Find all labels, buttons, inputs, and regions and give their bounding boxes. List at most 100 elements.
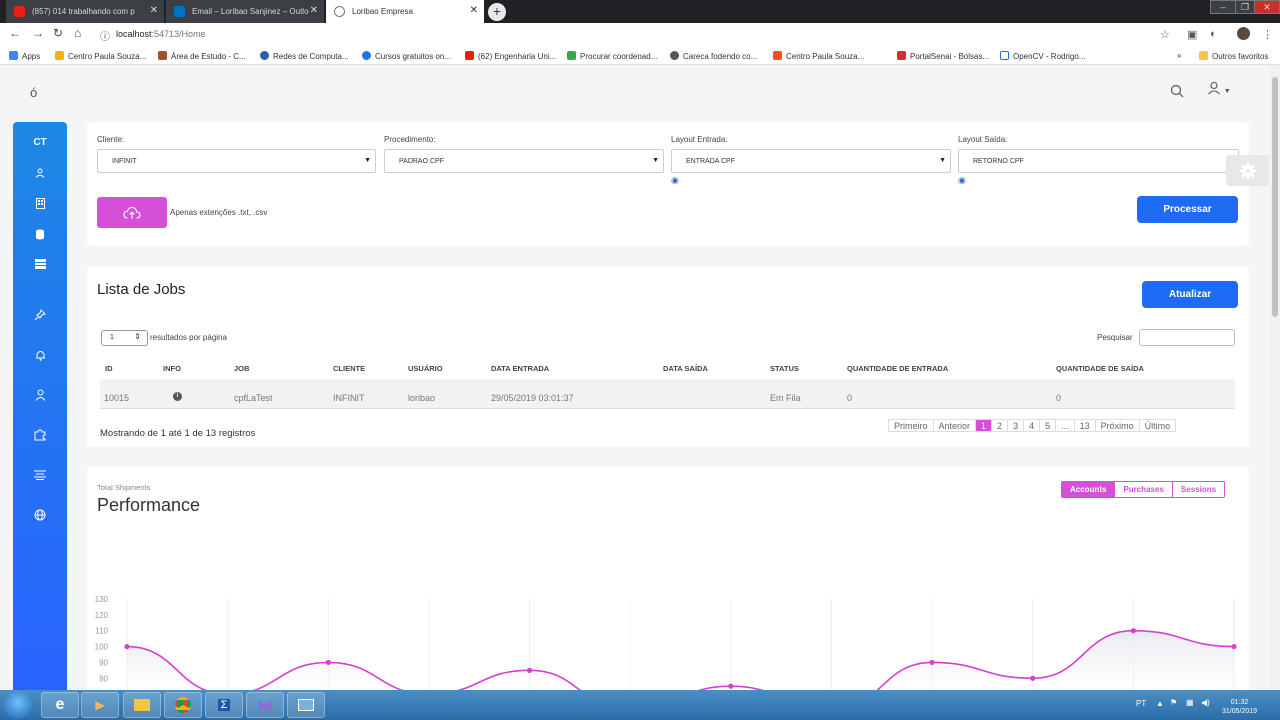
folder-icon[interactable] — [123, 692, 161, 718]
chrome-icon[interactable] — [164, 692, 202, 718]
maximize-button[interactable]: ❐ — [1235, 0, 1255, 14]
window-close-button[interactable]: ✕ — [1254, 0, 1280, 14]
sidebar-item-pin[interactable] — [13, 305, 67, 325]
bookmark[interactable]: Área de Estudo - C... — [158, 51, 246, 61]
browser-tab-youtube[interactable]: (857) 014 trabalhando com p ✕ — [6, 0, 164, 23]
reload-icon[interactable]: ↻ — [53, 26, 63, 40]
bookmark[interactable]: Procurar coordenad... — [567, 51, 657, 61]
star-icon[interactable]: ☆ — [1160, 28, 1170, 41]
sidebar-item-globe[interactable] — [13, 505, 67, 525]
cliente-select[interactable]: INFINIT ▼ — [97, 149, 376, 173]
user-menu[interactable]: ▼ — [1207, 81, 1235, 97]
layout-entrada-select[interactable]: ENTRADA CPF ▼ — [671, 149, 951, 173]
column-header[interactable]: DATA ENTRADA — [491, 364, 549, 373]
data-point[interactable] — [1130, 628, 1136, 634]
column-header[interactable]: DATA SAÍDA — [663, 364, 708, 373]
data-point[interactable] — [1030, 675, 1036, 681]
sidebar-item-layers[interactable] — [13, 254, 67, 274]
page-last[interactable]: Último — [1140, 420, 1176, 431]
ie-icon[interactable]: e — [41, 692, 79, 718]
bookmark[interactable]: Careca fodendo co... — [670, 51, 757, 61]
procedimento-select[interactable]: PADRAO CPF ▼ — [384, 149, 664, 173]
info-icon[interactable]: i — [173, 392, 182, 401]
sidebar-item-notifications[interactable] — [13, 345, 67, 365]
profile-avatar[interactable] — [1237, 27, 1250, 40]
bookmark[interactable]: (62) Engenharia Uni... — [465, 51, 556, 61]
menu-icon[interactable]: ⋮ — [1262, 28, 1273, 41]
browser-tab-active[interactable]: Loribao Empresa ✕ — [326, 0, 484, 23]
column-header[interactable]: QUANTIDADE DE SAÍDA — [1056, 364, 1144, 373]
back-icon[interactable]: ← — [9, 26, 21, 40]
start-button[interactable] — [3, 691, 33, 719]
page-previous[interactable]: Anterior — [934, 420, 977, 431]
column-header[interactable]: USUÁRIO — [408, 364, 443, 373]
data-point[interactable] — [1231, 643, 1237, 650]
bookmark[interactable]: Centro Paula Souza... — [55, 51, 146, 61]
minimize-button[interactable]: – — [1210, 0, 1236, 14]
page-next[interactable]: Próximo — [1096, 420, 1140, 431]
eye-icon[interactable]: ◉ — [958, 175, 966, 186]
tray-up-icon[interactable]: ▲ — [1156, 699, 1164, 708]
sidebar-item-user[interactable] — [13, 163, 67, 183]
powershell-icon[interactable]: Σ — [205, 692, 243, 718]
layout-saida-select[interactable]: RETORNO CPF▼ — [958, 149, 1239, 173]
sidebar-item-profile[interactable] — [13, 385, 67, 405]
network-app-icon[interactable] — [287, 692, 325, 718]
data-point[interactable] — [728, 683, 734, 689]
bookmark-apps[interactable]: Apps — [9, 51, 40, 61]
forward-icon[interactable]: → — [32, 26, 44, 40]
column-header[interactable]: INFO — [163, 364, 181, 373]
bookmark[interactable]: PortalSenai - Bolsas... — [897, 51, 989, 61]
close-tab-icon[interactable]: ✕ — [150, 5, 158, 16]
media-icon[interactable]: ▶ — [81, 692, 119, 718]
process-button[interactable]: Processar — [1137, 196, 1238, 223]
close-tab-icon[interactable]: ✕ — [310, 5, 318, 16]
column-header[interactable]: ID — [105, 364, 113, 373]
column-header[interactable]: CLIENTE — [333, 364, 365, 373]
info-icon[interactable]: ⓘ — [100, 28, 110, 43]
bookmark[interactable]: Redes de Computa... — [260, 51, 349, 61]
page-4[interactable]: 4 — [1024, 420, 1041, 431]
page-5[interactable]: 5 — [1040, 420, 1057, 431]
search-input[interactable] — [1139, 329, 1235, 346]
bookmark[interactable]: Centro Paula Souza... — [773, 51, 864, 61]
network-icon[interactable]: ▦ — [1186, 698, 1194, 707]
visual-studio-icon[interactable]: ⋈ — [246, 692, 284, 718]
page-first[interactable]: Primeiro — [889, 420, 934, 431]
page-13[interactable]: 13 — [1075, 420, 1096, 431]
search-icon[interactable] — [1170, 84, 1184, 98]
page-scrollbar[interactable] — [1270, 65, 1280, 690]
column-header[interactable]: QUANTIDADE DE ENTRADA — [847, 364, 948, 373]
bookmark[interactable]: OpenCV - Rodrigo... — [1000, 51, 1085, 61]
per-page-select[interactable]: 1 ⇕ — [101, 330, 148, 346]
refresh-button[interactable]: Atualizar — [1142, 281, 1238, 308]
data-point[interactable] — [526, 667, 533, 673]
sidebar-item-building[interactable] — [13, 193, 67, 213]
other-bookmarks[interactable]: Outros favoritos — [1199, 51, 1268, 61]
settings-button[interactable] — [1226, 155, 1269, 186]
browser-tab-outlook[interactable]: Email – Loribao Sanjinez – Outlo ✕ — [166, 0, 324, 23]
page-3[interactable]: 3 — [1008, 420, 1025, 431]
upload-button[interactable] — [97, 197, 167, 228]
bookmark[interactable]: Cursos gratuitos on... — [362, 51, 451, 61]
column-header[interactable]: STATUS — [770, 364, 799, 373]
language-indicator[interactable]: PT — [1136, 699, 1146, 708]
url-field[interactable]: localhost:54713/Home — [116, 29, 206, 39]
data-point[interactable] — [929, 659, 935, 666]
new-tab-button[interactable]: + — [488, 3, 506, 21]
page-2[interactable]: 2 — [992, 420, 1009, 431]
data-point[interactable] — [325, 659, 331, 666]
flag-icon[interactable]: ⚑ — [1170, 698, 1177, 707]
eye-icon[interactable]: ◉ — [671, 175, 679, 186]
home-icon[interactable]: ⌂ — [74, 26, 81, 40]
extension-icon[interactable]: ◐ — [1210, 28, 1217, 40]
bookmarks-overflow-icon[interactable]: » — [1177, 51, 1181, 60]
scrollbar-thumb[interactable] — [1272, 77, 1278, 317]
cast-icon[interactable]: ▣ — [1187, 28, 1197, 41]
page-1[interactable]: 1 — [976, 420, 993, 431]
sidebar-item-puzzle[interactable] — [13, 425, 67, 445]
sidebar-brand[interactable]: CT — [13, 132, 67, 152]
column-header[interactable]: JOB — [234, 364, 249, 373]
sidebar-item-align[interactable] — [13, 465, 67, 485]
volume-icon[interactable]: ◀) — [1201, 698, 1210, 707]
